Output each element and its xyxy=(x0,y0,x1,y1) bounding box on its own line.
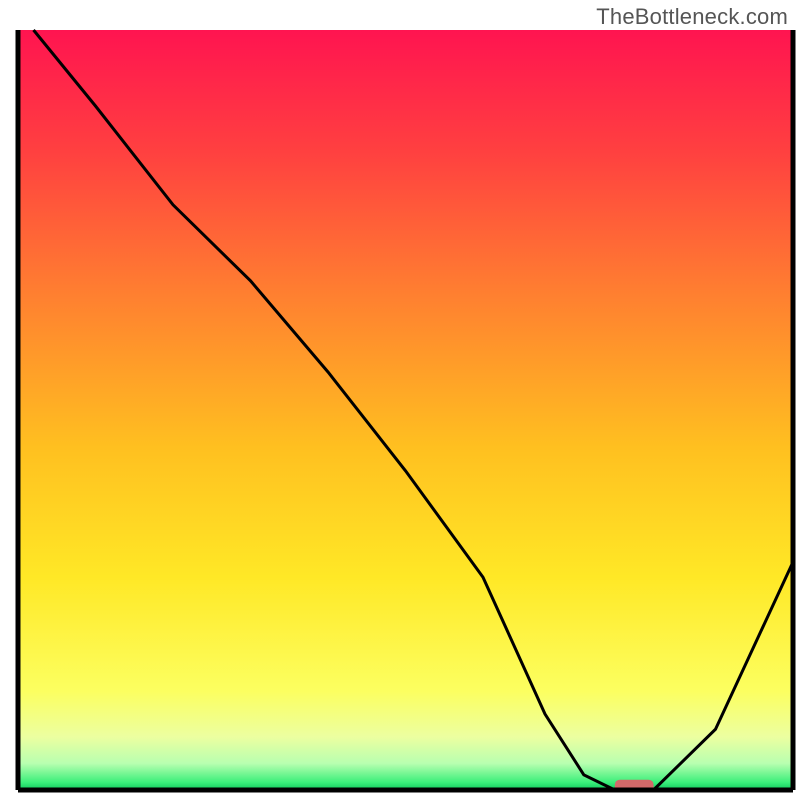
chart-container: TheBottleneck.com xyxy=(0,0,800,800)
watermark-text: TheBottleneck.com xyxy=(596,4,788,30)
chart-svg xyxy=(0,0,800,800)
plot-background xyxy=(18,30,793,790)
